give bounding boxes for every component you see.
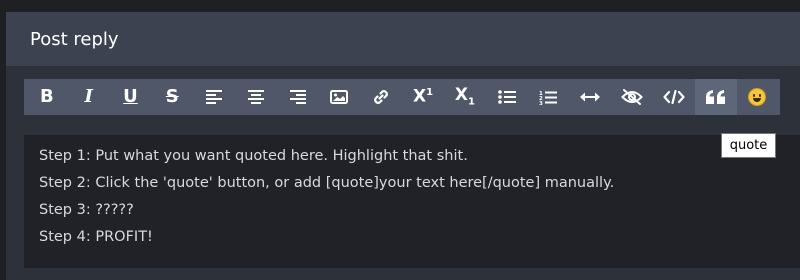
- strikethrough-icon: S: [165, 86, 179, 107]
- align-center-icon: [247, 90, 264, 104]
- panel-title: Post reply: [6, 12, 800, 66]
- bold-icon: B: [40, 86, 54, 107]
- superscript-button[interactable]: X1: [402, 79, 444, 115]
- underline-button[interactable]: U: [110, 79, 152, 115]
- emoji-icon: [748, 88, 767, 106]
- underline-icon: U: [123, 86, 138, 107]
- align-left-button[interactable]: [193, 79, 235, 115]
- link-icon: [374, 90, 389, 104]
- quote-icon: [705, 90, 725, 104]
- code-button[interactable]: [653, 79, 695, 115]
- editor-line: Step 1: Put what you want quoted here. H…: [39, 148, 468, 164]
- svg-text:3: 3: [539, 101, 543, 105]
- image-icon: [330, 90, 349, 104]
- editor-line: Step 2: Click the 'quote' button, or add…: [39, 175, 615, 191]
- horizontal-rule-button[interactable]: [569, 79, 611, 115]
- align-center-button[interactable]: [235, 79, 277, 115]
- eye-slash-icon: [621, 89, 643, 105]
- bullet-list-button[interactable]: [486, 79, 528, 115]
- subscript-button[interactable]: X1: [444, 79, 486, 115]
- quote-tooltip: quote: [721, 133, 776, 158]
- editor-toolbar: B I U S X1 X1 123: [24, 79, 780, 115]
- align-right-icon: [289, 90, 306, 104]
- editor-line: Step 4: PROFIT!: [39, 229, 153, 245]
- numbered-list-button[interactable]: 123: [528, 79, 570, 115]
- link-button[interactable]: [360, 79, 402, 115]
- quote-button[interactable]: [694, 79, 737, 115]
- align-right-button[interactable]: [277, 79, 319, 115]
- numbered-list-icon: 123: [539, 91, 558, 105]
- message-editor[interactable]: Step 1: Put what you want quoted here. H…: [24, 135, 800, 268]
- code-icon: [663, 90, 685, 104]
- editor-line: Step 3: ?????: [39, 202, 134, 218]
- spoiler-button[interactable]: [611, 79, 653, 115]
- strikethrough-button[interactable]: S: [151, 79, 193, 115]
- image-button[interactable]: [319, 79, 361, 115]
- bullet-list-icon: [497, 90, 516, 104]
- horizontal-rule-icon: [580, 92, 601, 102]
- superscript-icon: X1: [413, 86, 434, 107]
- align-left-icon: [206, 90, 223, 104]
- subscript-icon: X1: [454, 84, 475, 108]
- bold-button[interactable]: B: [26, 79, 68, 115]
- emoji-button[interactable]: [737, 79, 779, 115]
- italic-button[interactable]: I: [68, 79, 110, 115]
- italic-icon: I: [84, 86, 93, 107]
